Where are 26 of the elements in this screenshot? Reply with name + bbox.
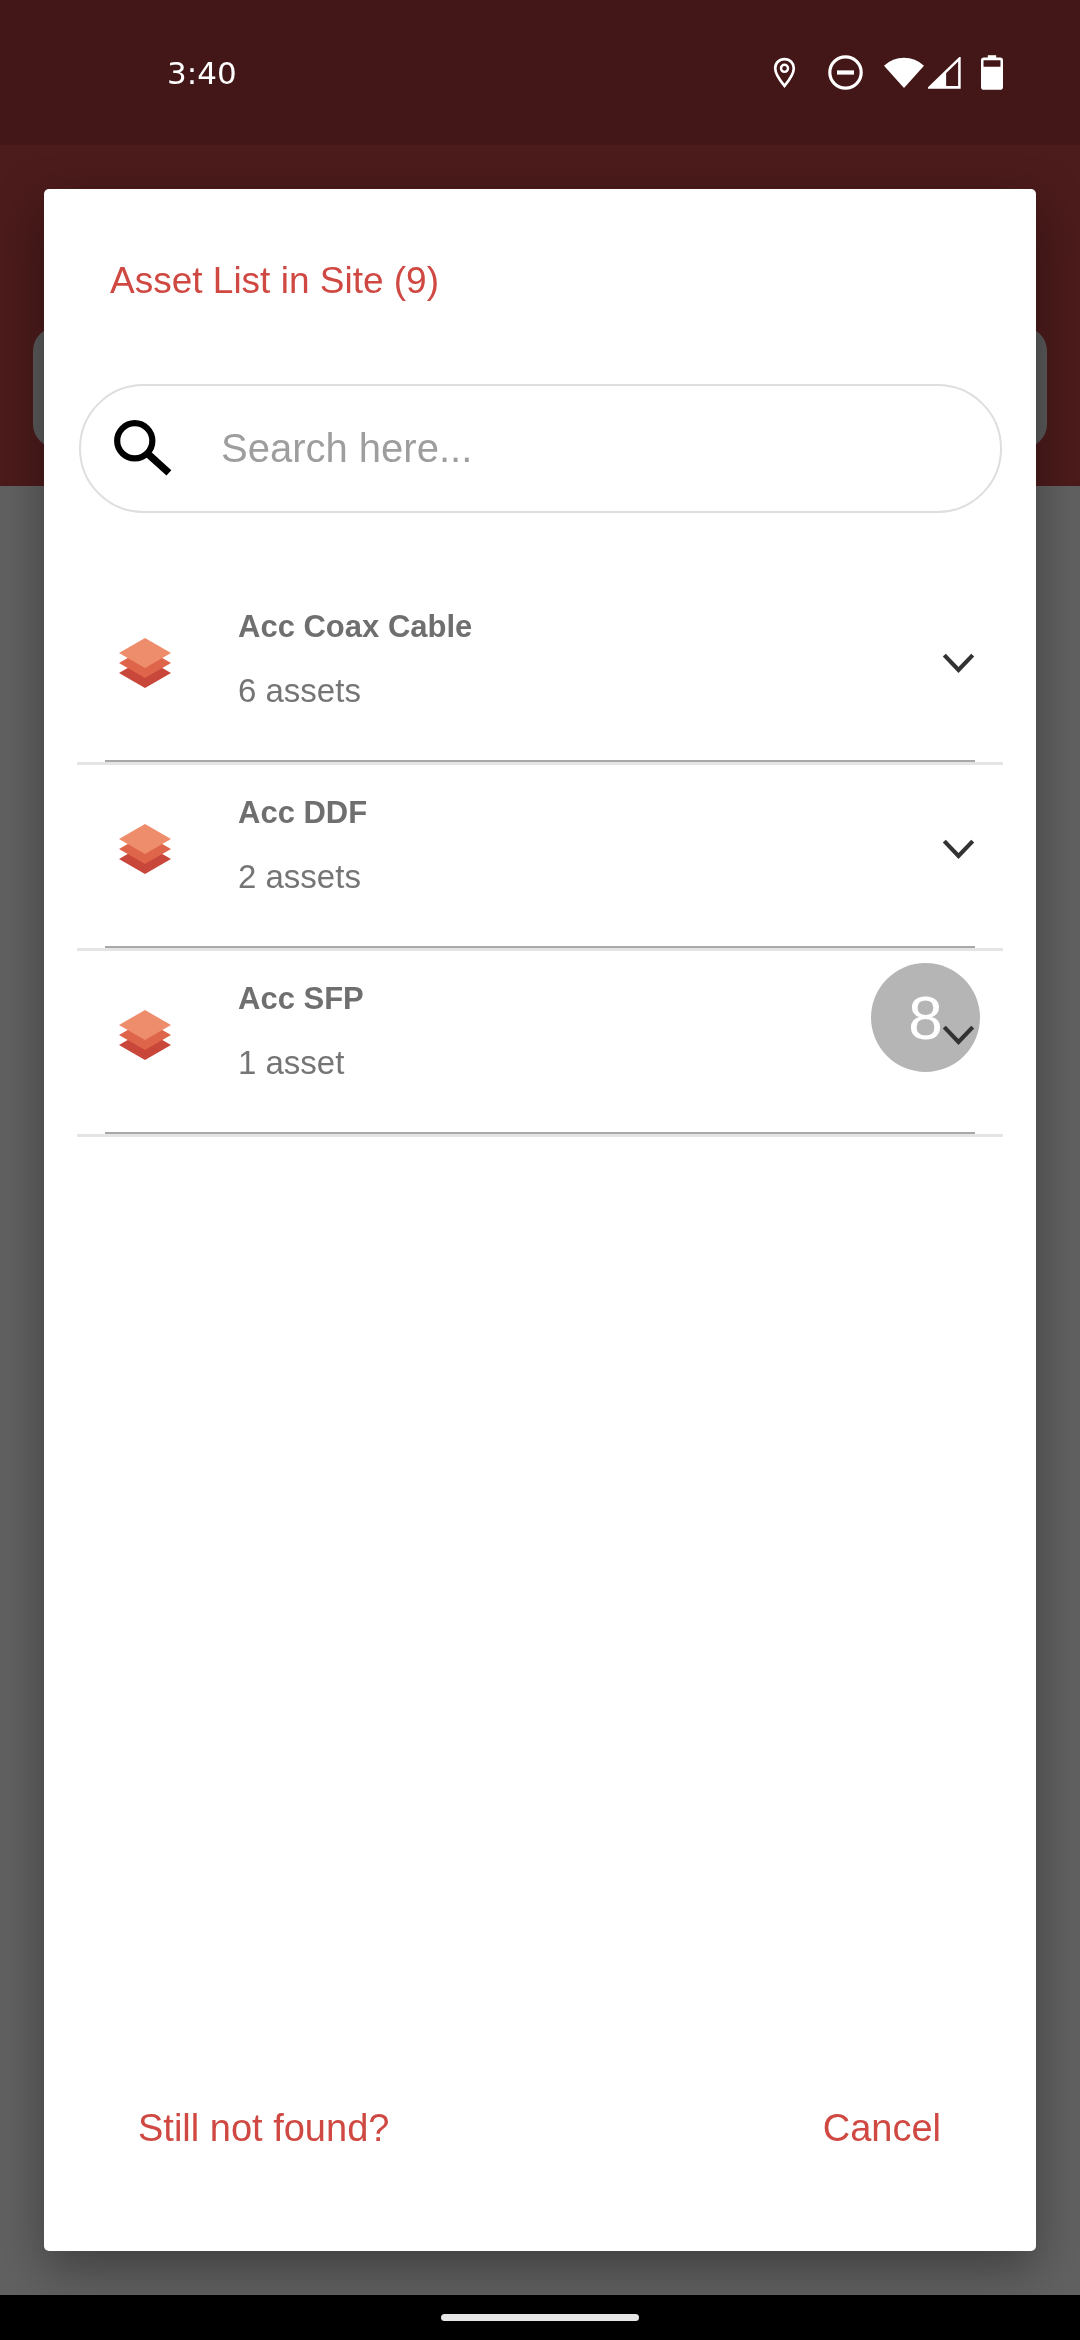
wifi-icon <box>884 57 924 88</box>
asset-count: 2 assets <box>238 857 361 897</box>
chevron-down-icon[interactable] <box>942 1025 975 1045</box>
layers-icon <box>119 824 171 874</box>
do-not-disturb-icon <box>828 55 863 90</box>
asset-name: Acc SFP <box>238 980 364 1018</box>
location-pin-icon <box>772 57 797 88</box>
cancel-button[interactable]: Cancel <box>798 2084 965 2172</box>
search-field[interactable]: Search here... <box>79 384 1002 513</box>
asset-row[interactable]: Acc Coax Cable 6 assets <box>77 579 1003 765</box>
asset-name: Acc DDF <box>238 794 368 832</box>
status-time: 3:40 <box>167 54 237 91</box>
dialog-title: Asset List in Site (9) <box>110 259 439 303</box>
search-icon <box>112 418 172 476</box>
count-badge: 8 <box>871 963 980 1072</box>
layers-icon <box>119 638 171 688</box>
asset-count: 6 assets <box>238 671 361 711</box>
battery-icon <box>981 55 1003 90</box>
not-found-button[interactable]: Still not found? <box>114 2084 414 2172</box>
chevron-down-icon[interactable] <box>942 839 975 859</box>
asset-name: Acc Coax Cable <box>238 608 473 646</box>
asset-row[interactable]: Acc DDF 2 assets <box>77 765 1003 951</box>
chevron-down-icon[interactable] <box>942 653 975 673</box>
asset-count: 1 asset <box>238 1043 345 1083</box>
layers-icon <box>119 1010 171 1060</box>
signal-icon <box>928 56 961 89</box>
